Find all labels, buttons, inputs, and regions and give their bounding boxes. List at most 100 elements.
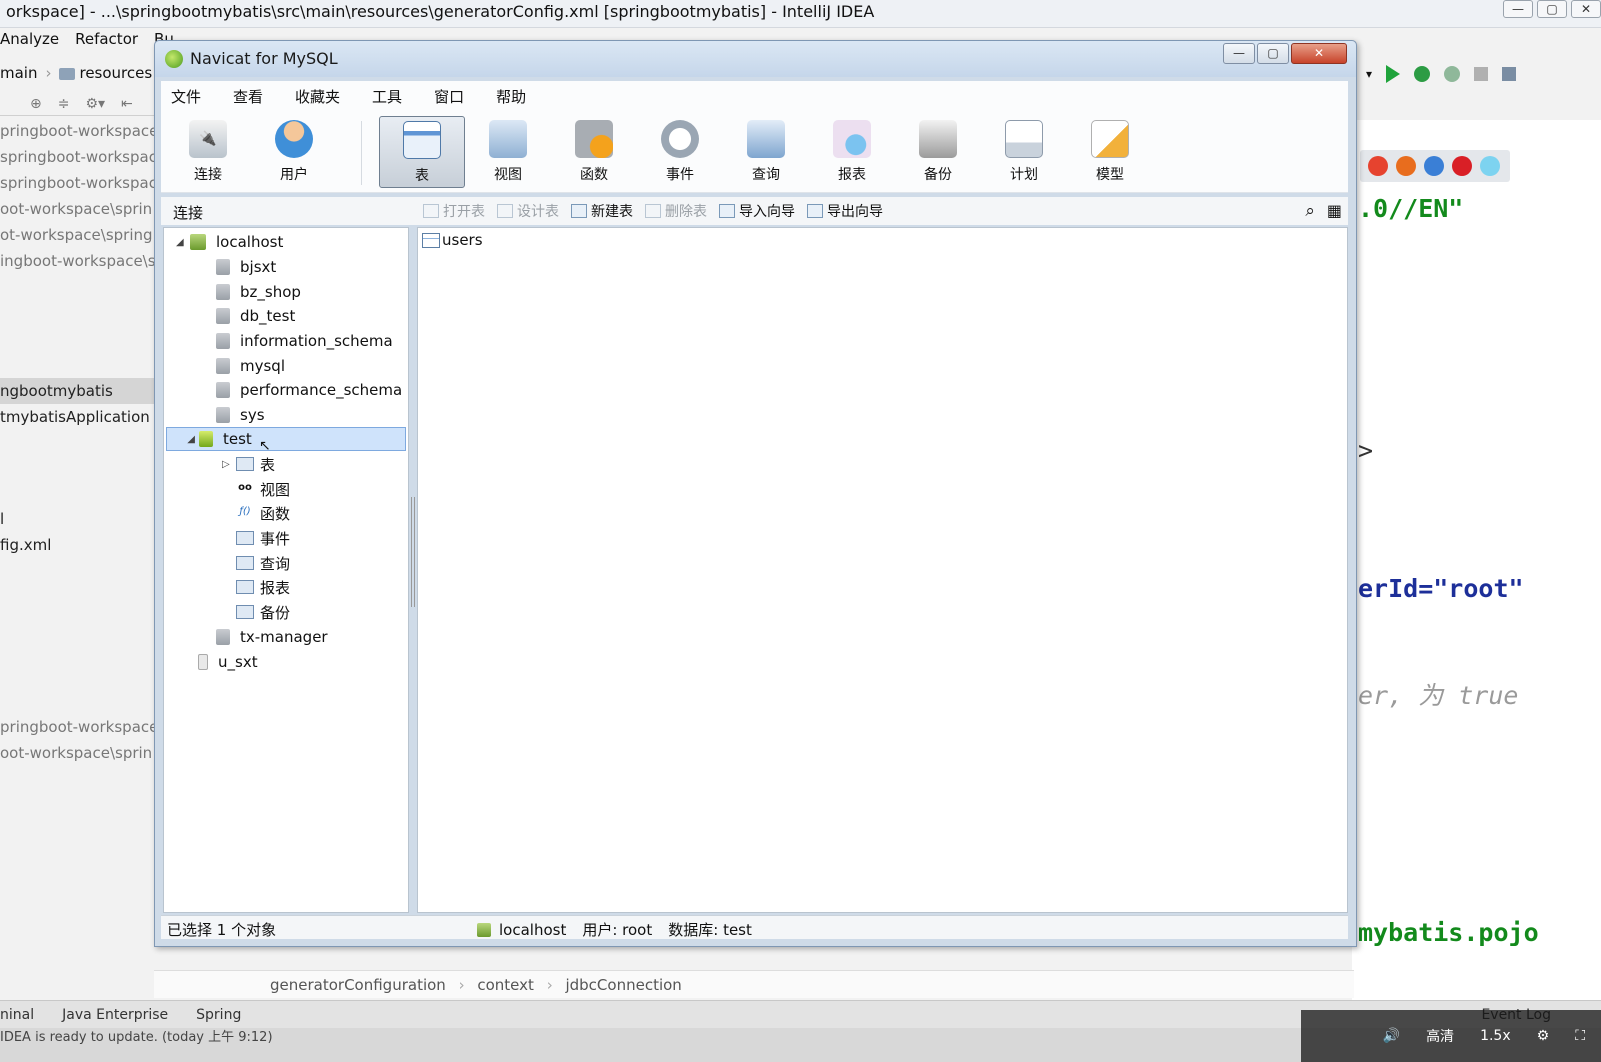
toolbar-user-button[interactable]: 用户 [251,116,337,188]
volume-icon[interactable]: 🔊 [1383,1028,1400,1044]
project-row[interactable]: fig.xml [0,536,51,554]
menu-tools[interactable]: 工具 [362,86,412,107]
tree-db-information-schema[interactable]: information_schema [216,329,393,353]
toolbar-event-button[interactable]: 事件 [637,116,723,188]
tab-java-enterprise[interactable]: Java Enterprise [62,1007,168,1023]
menu-file[interactable]: 文件 [161,86,211,107]
collapse-arrow-icon[interactable]: ◢ [176,237,190,248]
maximize-button[interactable]: ▢ [1257,43,1289,64]
minimize-button[interactable]: — [1223,43,1255,64]
tree-connection-localhost[interactable]: ◢ localhost [176,230,283,254]
tree-node-views[interactable]: oo 视图 [236,477,290,501]
ie-icon[interactable] [1480,156,1500,176]
project-row[interactable]: tmybatisApplication [0,408,150,426]
gear-icon[interactable]: ⚙ [1537,1028,1550,1044]
tree-node-reports[interactable]: 报表 [236,575,290,599]
menu-help[interactable]: 帮助 [486,86,536,107]
design-table-label: 设计表 [517,204,559,220]
project-row[interactable]: ingboot-workspace\s [0,252,156,270]
opera-icon[interactable] [1452,156,1472,176]
crumb-context[interactable]: context [477,976,534,994]
ide-minimize-button[interactable]: — [1503,0,1533,18]
collapse-icon[interactable]: ≑ [58,96,70,112]
target-icon[interactable]: ⊕ [30,96,42,112]
dropdown-icon[interactable]: ▾ [1366,67,1372,81]
delete-table-button[interactable]: 删除表 [645,201,707,221]
tree-node-backups[interactable]: 备份 [236,600,290,624]
fullscreen-icon[interactable]: ⛶ [1575,1028,1585,1044]
toolbar-backup-button[interactable]: 备份 [895,116,981,188]
navicat-title-bar[interactable]: Navicat for MySQL — ▢ ✕ [155,41,1356,77]
project-row[interactable]: oot-workspace\sprin [0,200,152,218]
ide-close-button[interactable]: ✕ [1571,0,1601,18]
ide-maximize-button[interactable]: ▢ [1537,0,1567,18]
safari-icon[interactable] [1424,156,1444,176]
tree-db-test[interactable]: ◢ test ↖ [166,427,406,454]
collapse-arrow-icon[interactable]: ◢ [167,434,199,445]
import-wizard-button[interactable]: 导入向导 [719,201,795,221]
menu-analyze[interactable]: Analyze [0,30,59,56]
run-icon[interactable] [1386,65,1401,83]
project-row-selected[interactable]: ngbootmybatis [0,378,156,404]
close-button[interactable]: ✕ [1291,43,1347,64]
tab-terminal[interactable]: ninal [0,1007,34,1023]
crumb-resources[interactable]: resources [59,64,152,82]
firefox-icon[interactable] [1396,156,1416,176]
project-row[interactable]: pringboot-workspace [0,122,156,140]
table-item-users[interactable]: users [422,231,483,249]
toolbar-table-button[interactable]: 表 [379,116,465,188]
crumb-main[interactable]: main [0,64,37,82]
toolbar-connect-button[interactable]: 🔌 连接 [165,116,251,188]
tree-node-tables[interactable]: ▷ 表 [222,452,275,476]
project-row[interactable]: springboot-workspac [0,174,156,192]
project-structure-icon[interactable] [1502,67,1517,81]
hide-icon[interactable]: ⇤ [121,96,133,112]
open-table-button[interactable]: 打开表 [423,201,485,221]
toolbar-schedule-button[interactable]: 计划 [981,116,1067,188]
tree-db-performance-schema[interactable]: performance_schema [216,378,402,402]
pane-splitter[interactable] [410,227,416,913]
toolbar-report-button[interactable]: 报表 [809,116,895,188]
tree-db-bz-shop[interactable]: bz_shop [216,280,301,304]
chrome-icon[interactable] [1368,156,1388,176]
search-icon[interactable]: ⌕ [1305,201,1315,221]
toolbar-function-button[interactable]: 函数 [551,116,637,188]
splitter-handle[interactable] [411,497,415,607]
menu-refactor[interactable]: Refactor [75,30,138,56]
stop-icon[interactable] [1474,67,1489,81]
crumb-generator-configuration[interactable]: generatorConfiguration [270,976,446,994]
menu-favorites[interactable]: 收藏夹 [285,86,350,107]
project-row[interactable]: oot-workspace\sprin [0,744,152,762]
tree-node-queries[interactable]: 查询 [236,551,290,575]
toolbar-query-button[interactable]: 查询 [723,116,809,188]
project-row[interactable]: pringboot-workspace [0,718,156,736]
code-editor[interactable]: .0//EN" > erId="root" er, 为 true mybatis… [1352,120,1601,1000]
gear-icon[interactable]: ⚙▾ [85,96,105,112]
tab-spring[interactable]: Spring [196,1007,241,1023]
tree-db-bjsxt[interactable]: bjsxt [216,255,276,279]
tree-connection-u-sxt[interactable]: u_sxt [198,650,258,674]
new-table-button[interactable]: 新建表 [571,201,633,221]
tree-db-sys[interactable]: sys [216,403,265,427]
toolbar-model-button[interactable]: 模型 [1067,116,1153,188]
menu-view[interactable]: 查看 [223,86,273,107]
export-wizard-button[interactable]: 导出向导 [807,201,883,221]
toolbar-view-button[interactable]: 视图 [465,116,551,188]
menu-window[interactable]: 窗口 [424,86,474,107]
tree-db-mysql[interactable]: mysql [216,354,285,378]
debug-icon[interactable] [1414,66,1431,82]
tree-db-tx-manager[interactable]: tx-manager [216,625,328,649]
quality-button[interactable]: 高清 [1426,1026,1454,1046]
crumb-jdbc-connection[interactable]: jdbcConnection [565,976,681,994]
tree-node-functions[interactable]: ƒ() 函数 [236,501,290,525]
expand-arrow-icon[interactable]: ▷ [222,459,236,470]
project-row[interactable]: ot-workspace\spring [0,226,153,244]
coverage-icon[interactable] [1444,66,1461,82]
project-row[interactable]: l [0,510,4,528]
tree-node-events[interactable]: 事件 [236,526,290,550]
grid-view-icon[interactable]: ▦ [1327,201,1342,221]
speed-button[interactable]: 1.5x [1480,1028,1511,1044]
tree-db-db-test[interactable]: db_test [216,304,295,328]
design-table-button[interactable]: 设计表 [497,201,559,221]
project-row[interactable]: springboot-workspac [0,148,156,166]
